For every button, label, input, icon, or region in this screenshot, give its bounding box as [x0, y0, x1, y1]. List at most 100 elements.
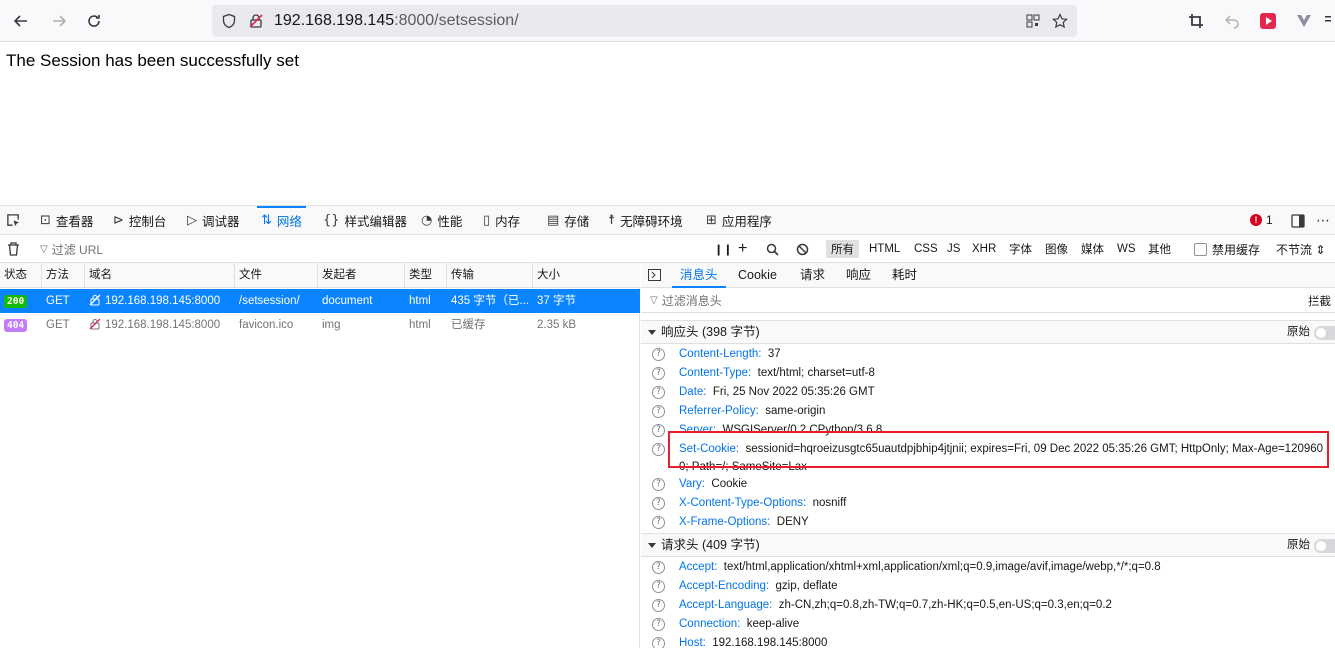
menu-button[interactable]	[1322, 11, 1334, 31]
network-filter-bar: ▽ 过滤 URL ❙❙ + 所有 HTML CSS JS XHR 字体 图像 媒体…	[0, 235, 1335, 263]
filter-type-xhr[interactable]: XHR	[967, 240, 1001, 258]
col-method[interactable]: 方法	[42, 263, 85, 288]
filter-type-ws[interactable]: WS	[1112, 240, 1141, 258]
filter-icon: ▽	[40, 243, 48, 255]
tab-request[interactable]: 请求	[800, 263, 825, 288]
url-bar[interactable]: 192.168.198.145:8000/setsession/	[212, 5, 1077, 37]
table-row[interactable]: 200 GET 192.168.198.145:8000 /setsession…	[0, 289, 640, 313]
memory-icon: ▯	[483, 213, 491, 228]
toggle-sidebar-button[interactable]	[648, 263, 661, 288]
add-request-button[interactable]: +	[738, 235, 747, 263]
help-icon[interactable]: ?	[652, 599, 665, 612]
forward-button[interactable]	[47, 9, 71, 33]
header-value: 192.168.198.145:8000	[712, 637, 828, 648]
request-initiator: img	[322, 319, 341, 331]
insecure-lock-icon	[89, 294, 101, 306]
tab-accessibility[interactable]: ☨ 无障碍环境	[608, 206, 683, 235]
header-row: ? Content-Length: 37	[641, 345, 1335, 364]
url-text[interactable]: 192.168.198.145:8000/setsession/	[274, 12, 519, 30]
col-size[interactable]: 大小	[533, 263, 640, 288]
tab-debugger[interactable]: ▷ 调试器	[187, 206, 240, 235]
tab-performance[interactable]: ◔ 性能	[421, 206, 462, 235]
bookmark-star-icon[interactable]	[1052, 13, 1068, 29]
help-icon[interactable]: ?	[652, 367, 665, 380]
tab-storage[interactable]: ▤ 存储	[547, 206, 589, 235]
col-file[interactable]: 文件	[235, 263, 318, 288]
trash-icon	[8, 242, 19, 256]
tab-response[interactable]: 响应	[846, 263, 871, 288]
help-icon[interactable]: ?	[652, 348, 665, 361]
tab-network[interactable]: ⇅ 网络	[257, 206, 306, 235]
raw-label: 原始	[1287, 326, 1310, 338]
help-icon[interactable]: ?	[652, 478, 665, 491]
help-icon[interactable]: ?	[652, 637, 665, 648]
tab-timings[interactable]: 耗时	[892, 263, 917, 288]
search-button[interactable]	[766, 235, 779, 263]
reload-button[interactable]	[82, 9, 106, 33]
screenshot-crop-button[interactable]	[1186, 11, 1206, 31]
response-headers-section[interactable]: 响应头 (398 字节) 原始	[641, 320, 1335, 344]
col-transfer[interactable]: 传输	[447, 263, 533, 288]
raw-toggle[interactable]	[1314, 326, 1335, 340]
error-count-badge[interactable]: ! 1	[1250, 213, 1273, 227]
filter-type-css[interactable]: CSS	[909, 240, 943, 258]
header-name: Content-Type:	[679, 367, 752, 379]
undo-button[interactable]	[1222, 11, 1242, 31]
browser-toolbar: 192.168.198.145:8000/setsession/	[0, 0, 1335, 42]
filter-url-input[interactable]: ▽ 过滤 URL	[40, 235, 103, 263]
video-extension-button[interactable]	[1258, 11, 1278, 31]
block-requests-button[interactable]	[796, 235, 809, 263]
tab-headers[interactable]: 消息头	[672, 263, 725, 288]
qr-code-icon[interactable]	[1025, 13, 1041, 29]
tab-memory[interactable]: ▯ 内存	[483, 206, 520, 235]
shield-icon[interactable]	[221, 13, 237, 29]
request-headers-section[interactable]: 请求头 (409 字节) 原始	[641, 533, 1335, 557]
filter-type-font[interactable]: 字体	[1004, 240, 1037, 258]
insecure-lock-icon[interactable]	[248, 13, 264, 29]
help-icon[interactable]: ?	[652, 497, 665, 510]
help-icon[interactable]: ?	[652, 386, 665, 399]
tab-application[interactable]: ⊞ 应用程序	[706, 206, 772, 235]
undo-icon	[1224, 15, 1239, 29]
help-icon[interactable]: ?	[652, 443, 665, 456]
filter-type-js[interactable]: JS	[942, 240, 965, 258]
raw-toggle[interactable]	[1314, 539, 1335, 553]
throttle-select[interactable]: 不节流 ⇕	[1276, 235, 1325, 263]
help-icon[interactable]: ?	[652, 580, 665, 593]
pause-button[interactable]: ❙❙	[714, 235, 732, 263]
status-badge: 404	[4, 319, 28, 332]
col-type[interactable]: 类型	[405, 263, 447, 288]
block-button[interactable]: 拦截	[1308, 288, 1331, 313]
col-domain[interactable]: 域名	[85, 263, 235, 288]
vue-devtools-button[interactable]	[1294, 11, 1314, 31]
help-icon[interactable]: ?	[652, 405, 665, 418]
tab-console[interactable]: ⊳ 控制台	[113, 206, 166, 235]
header-value: zh-CN,zh;q=0.8,zh-TW;q=0.7,zh-HK;q=0.5,e…	[778, 599, 1112, 611]
table-row[interactable]: 404 GET 192.168.198.145:8000 favicon.ico…	[0, 313, 640, 337]
element-picker-button[interactable]	[6, 206, 21, 235]
header-value: same-origin	[765, 405, 826, 417]
disable-cache-checkbox[interactable]: 禁用缓存	[1194, 235, 1260, 263]
dock-button[interactable]	[1291, 206, 1305, 235]
help-icon[interactable]: ?	[652, 618, 665, 631]
help-icon[interactable]: ?	[652, 516, 665, 529]
filter-type-image[interactable]: 图像	[1040, 240, 1073, 258]
devtools-more-button[interactable]: ⋯	[1316, 206, 1335, 235]
filter-type-media[interactable]: 媒体	[1076, 240, 1109, 258]
back-button[interactable]	[9, 9, 33, 33]
col-initiator[interactable]: 发起者	[318, 263, 405, 288]
filter-type-html[interactable]: HTML	[864, 240, 905, 258]
tab-style-editor[interactable]: {} 样式编辑器	[323, 206, 407, 235]
header-row: ? X-Content-Type-Options: nosniff	[641, 494, 1335, 513]
help-icon[interactable]: ?	[652, 561, 665, 574]
clear-requests-button[interactable]	[7, 235, 20, 263]
filter-headers-input[interactable]: ▽ 过滤消息头	[650, 288, 722, 313]
col-status[interactable]: 状态	[0, 263, 42, 288]
filter-type-all[interactable]: 所有	[826, 240, 859, 258]
help-icon[interactable]: ?	[652, 424, 665, 437]
request-initiator: document	[322, 295, 373, 307]
filter-type-other[interactable]: 其他	[1143, 240, 1176, 258]
header-name: Accept-Encoding:	[679, 580, 770, 592]
tab-cookie[interactable]: Cookie	[738, 263, 777, 288]
tab-inspector[interactable]: ⊡ 查看器	[40, 206, 93, 235]
